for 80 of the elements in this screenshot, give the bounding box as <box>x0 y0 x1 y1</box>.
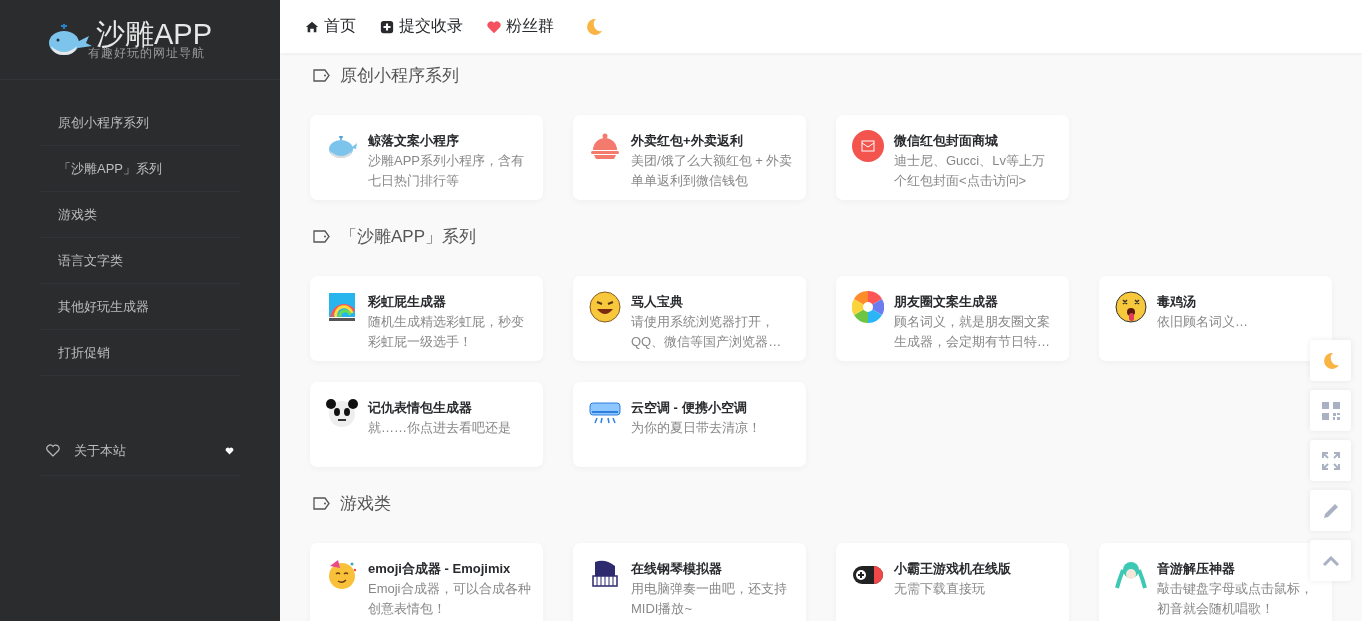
link-card[interactable]: 音游解压神器 敲击键盘字母或点击鼠标，初音就会随机唱歌！ <box>1099 543 1332 621</box>
link-card[interactable]: 彩虹屁生成器 随机生成精选彩虹屁，秒变彩虹屁一级选手！ <box>310 276 543 361</box>
link-card[interactable]: 骂人宝典 请使用系统浏览器打开，QQ、微信等国产浏览器… <box>573 276 806 361</box>
card-title: 云空调 - 便携小空调 <box>631 399 748 417</box>
rainbow-icon <box>326 291 358 323</box>
card-title: 外卖红包+外卖返利 <box>631 132 744 150</box>
qr-code-icon <box>1321 401 1340 420</box>
dark-mode-button[interactable] <box>1310 340 1351 381</box>
card-description: 用电脑弹奏一曲吧，还支持MIDI播放~ <box>631 580 788 618</box>
card-description: 无需下载直接玩 <box>894 580 986 598</box>
about-menu-item[interactable]: 关于本站 <box>40 426 240 476</box>
card-description: 为你的夏日带去清凉！ <box>631 419 761 437</box>
sidebar-item[interactable]: 游戏类 <box>40 192 240 238</box>
card-description: 请使用系统浏览器打开，QQ、微信等国产浏览器… <box>631 313 783 351</box>
card-description: 随机生成精选彩虹屁，秒变彩虹屁一级选手！ <box>368 313 525 351</box>
card-description: 依旧顾名词义… <box>1157 313 1248 331</box>
card-description: 美团/饿了么大额红包 + 外卖单单返利到微信钱包 <box>631 152 794 190</box>
card-title: 小霸王游戏机在线版 <box>894 560 1011 578</box>
link-card[interactable]: 毒鸡汤 依旧顾名词义… <box>1099 276 1332 361</box>
envelope-icon <box>852 130 884 162</box>
edit-button[interactable] <box>1310 490 1351 531</box>
card-title: 彩虹屁生成器 <box>368 293 447 311</box>
sidebar-item[interactable]: 原创小程序系列 <box>40 100 240 146</box>
heart-icon <box>225 446 234 455</box>
laughing-face-icon <box>589 291 621 323</box>
card-title: 在线钢琴模拟器 <box>631 560 723 578</box>
link-card[interactable]: 朋友圈文案生成器 顾名词义，就是朋友圈文案生成器，会定期有节日特… <box>836 276 1069 361</box>
card-title: 毒鸡汤 <box>1157 293 1197 311</box>
sidebar-item[interactable]: 其他好玩生成器 <box>40 284 240 330</box>
pencil-icon <box>1321 501 1340 520</box>
link-card[interactable]: emoji合成器 - Emojimix Emoji合成器，可以合成各种创意表情包！ <box>310 543 543 621</box>
nav-link[interactable]: 粉丝群 <box>487 16 554 37</box>
card-title: 鲸落文案小程序 <box>368 132 460 150</box>
section-title: 「沙雕APP」系列 <box>340 225 477 248</box>
sidebar-item[interactable]: 语言文字类 <box>40 238 240 284</box>
card-title: 骂人宝典 <box>631 293 684 311</box>
moon-icon <box>584 16 604 37</box>
card-description: 就……你点进去看吧还是 <box>368 419 511 437</box>
about-label: 关于本站 <box>74 441 126 460</box>
link-card[interactable]: 云空调 - 便携小空调 为你的夏日带去清凉！ <box>573 382 806 467</box>
panda-face-icon <box>326 397 358 429</box>
site-tagline: 有趣好玩的网址导航 <box>88 47 206 59</box>
tag-icon <box>313 68 330 82</box>
heart-icon <box>487 19 501 34</box>
aperture-icon <box>852 291 884 323</box>
link-card[interactable]: 鲸落文案小程序 沙雕APP系列小程序，含有七日热门排行等 <box>310 115 543 200</box>
card-title: 音游解压神器 <box>1157 560 1236 578</box>
sidebar-item[interactable]: 「沙雕APP」系列 <box>40 146 240 192</box>
link-card[interactable]: 小霸王游戏机在线版 无需下载直接玩 <box>836 543 1069 621</box>
link-card[interactable]: 记仇表情包生成器 就……你点进去看吧还是 <box>310 382 543 467</box>
dizzy-face-icon <box>1115 291 1147 323</box>
piano-icon <box>589 558 621 590</box>
back-to-top-button[interactable] <box>1310 540 1351 581</box>
fullscreen-button[interactable] <box>1310 440 1351 481</box>
heart-outline-icon <box>46 444 60 457</box>
nav-link[interactable]: 首页 <box>305 16 356 37</box>
fullscreen-icon <box>1320 450 1341 471</box>
tag-icon <box>313 496 330 510</box>
section-title: 游戏类 <box>340 492 391 515</box>
section-title: 原创小程序系列 <box>340 64 459 87</box>
link-card[interactable]: 微信红包封面商城 迪士尼、Gucci、Lv等上万个红包封面<点击访问> <box>836 115 1069 200</box>
link-card[interactable]: 在线钢琴模拟器 用电脑弹奏一曲吧，还支持MIDI播放~ <box>573 543 806 621</box>
card-description: Emoji合成器，可以合成各种创意表情包！ <box>368 580 531 618</box>
link-card[interactable]: 外卖红包+外卖返利 美团/饿了么大额红包 + 外卖单单返利到微信钱包 <box>573 115 806 200</box>
chevron-up-icon <box>1322 555 1339 566</box>
card-description: 敲击键盘字母或点击鼠标，初音就会随机唱歌！ <box>1157 580 1314 618</box>
nav-link[interactable]: 提交收录 <box>380 16 463 37</box>
home-icon <box>305 19 319 34</box>
card-title: emoji合成器 - Emojimix <box>368 560 512 578</box>
card-title: 记仇表情包生成器 <box>368 399 473 417</box>
qr-code-button[interactable] <box>1310 390 1351 431</box>
card-description: 顾名词义，就是朋友圈文案生成器，会定期有节日特… <box>894 313 1051 351</box>
plus-square-icon <box>380 19 394 34</box>
card-description: 沙雕APP系列小程序，含有七日热门排行等 <box>368 152 525 190</box>
sidebar-item[interactable]: 打折促销 <box>40 330 240 376</box>
tag-icon <box>313 229 330 243</box>
card-title: 微信红包封面商城 <box>894 132 999 150</box>
party-face-icon <box>326 558 358 590</box>
card-title: 朋友圈文案生成器 <box>894 293 999 311</box>
card-description: 迪士尼、Gucci、Lv等上万个红包封面<点击访问> <box>894 152 1046 190</box>
